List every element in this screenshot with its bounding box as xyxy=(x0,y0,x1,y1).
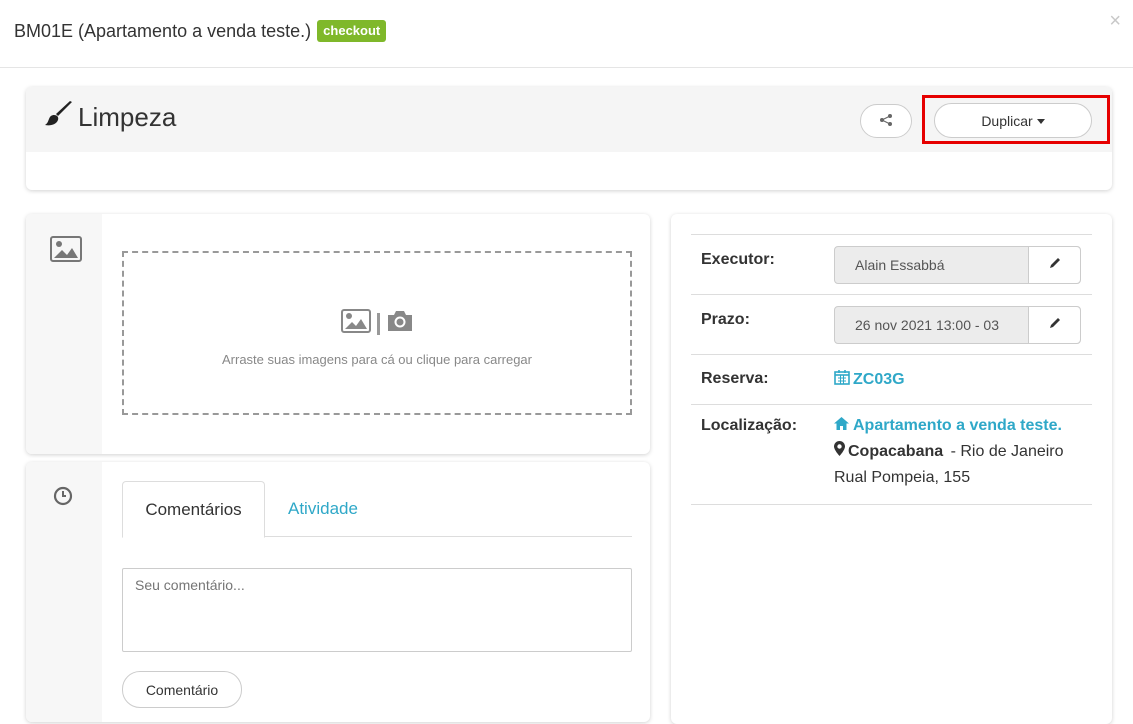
task-panel: Limpeza Duplicar xyxy=(26,87,1112,190)
map-marker-icon xyxy=(834,439,845,465)
dropzone-text: Arraste suas imagens para cá ou clique p… xyxy=(222,352,532,367)
caret-down-icon xyxy=(1036,119,1045,124)
paintbrush-icon xyxy=(44,101,74,134)
details-panel: Executor: Alain Essabbá Prazo: 26 nov 20… xyxy=(671,214,1112,724)
reserva-link[interactable]: ZC03G xyxy=(834,369,905,390)
comments-panel: Comentários Atividade Comentário xyxy=(26,462,650,722)
clock-icon xyxy=(53,486,73,511)
camera-icon xyxy=(386,309,414,338)
images-side-column xyxy=(26,214,102,454)
neighborhood: Copacabana xyxy=(848,443,944,460)
reserva-value: ZC03G xyxy=(853,370,905,388)
task-header: Limpeza Duplicar xyxy=(26,87,1112,152)
tab-atividade[interactable]: Atividade xyxy=(288,481,358,537)
calendar-icon xyxy=(834,369,850,390)
prazo-label: Prazo: xyxy=(701,311,750,328)
divider xyxy=(376,312,380,335)
address: Rual Pompeia, 155 xyxy=(834,469,971,486)
location-link[interactable]: Apartamento a venda teste. xyxy=(834,413,1064,439)
pencil-icon xyxy=(1049,316,1061,334)
executor-value: Alain Essabbá xyxy=(855,257,945,273)
prazo-row: Prazo: 26 nov 2021 13:00 - 03 xyxy=(691,294,1092,354)
executor-field: Alain Essabbá xyxy=(834,246,1081,284)
duplicate-button[interactable]: Duplicar xyxy=(934,103,1092,138)
close-button[interactable]: × xyxy=(1109,10,1121,33)
unit-title: BM01E (Apartamento a venda teste.) xyxy=(14,20,312,41)
duplicate-label: Duplicar xyxy=(981,112,1033,129)
location-name: Apartamento a venda teste. xyxy=(853,417,1062,434)
comment-submit-button[interactable]: Comentário xyxy=(122,671,242,708)
reserva-row: Reserva: ZC03G xyxy=(691,354,1092,404)
dropzone-icons xyxy=(340,309,414,338)
images-panel: Arraste suas imagens para cá ou clique p… xyxy=(26,214,650,454)
share-icon xyxy=(879,113,893,129)
image-icon xyxy=(50,236,82,267)
tab-comentarios[interactable]: Comentários xyxy=(122,481,265,538)
image-dropzone[interactable]: Arraste suas imagens para cá ou clique p… xyxy=(122,251,632,415)
localizacao-label: Localização: xyxy=(701,417,798,434)
status-badge: checkout xyxy=(317,20,387,42)
home-icon xyxy=(834,413,849,439)
localizacao-row: Localização: Apartamento a venda teste. … xyxy=(691,404,1092,505)
location-block: Apartamento a venda teste. Copacabana - … xyxy=(834,413,1064,491)
picture-icon xyxy=(340,309,371,338)
pencil-icon xyxy=(1049,256,1061,274)
task-title: Limpeza xyxy=(44,101,176,134)
prazo-value: 26 nov 2021 13:00 - 03 xyxy=(855,317,1000,333)
executor-row: Executor: Alain Essabbá xyxy=(691,234,1092,294)
comment-tabs: Comentários Atividade xyxy=(122,481,632,538)
modal-header: BM01E (Apartamento a venda teste.) check… xyxy=(0,0,1133,68)
executor-label: Executor: xyxy=(701,251,775,268)
city: - Rio de Janeiro xyxy=(946,443,1064,460)
reserva-label: Reserva: xyxy=(701,370,769,387)
task-title-text: Limpeza xyxy=(78,102,177,132)
executor-edit-button[interactable] xyxy=(1028,247,1080,283)
share-button[interactable] xyxy=(860,104,912,138)
comments-side-column xyxy=(26,462,102,722)
prazo-field: 26 nov 2021 13:00 - 03 xyxy=(834,306,1081,344)
modal-title: BM01E (Apartamento a venda teste.) check… xyxy=(14,20,387,42)
comment-input[interactable] xyxy=(122,568,632,652)
prazo-edit-button[interactable] xyxy=(1028,307,1080,343)
neighborhood-line: Copacabana - Rio de Janeiro xyxy=(834,439,1064,465)
